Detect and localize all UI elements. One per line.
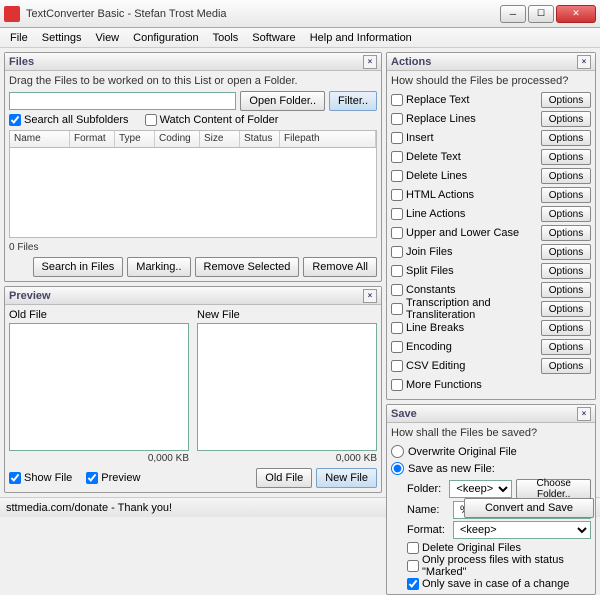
action-13-options-button[interactable]: Options	[541, 339, 591, 355]
files-table-header: Name Format Type Coding Size Status File…	[9, 130, 377, 148]
only-marked-checkbox[interactable]: Only process files with status "Marked"	[407, 554, 591, 578]
old-file-button[interactable]: Old File	[256, 468, 312, 488]
menu-settings[interactable]: Settings	[36, 30, 88, 46]
folder-select[interactable]: <keep>	[449, 480, 512, 498]
save-collapse-icon[interactable]: ×	[577, 407, 591, 421]
saveas-radio[interactable]: Save as new File:	[391, 462, 591, 475]
action-4-checkbox[interactable]: Delete Lines	[391, 170, 539, 182]
format-select[interactable]: <keep>	[453, 521, 591, 539]
action-12-options-button[interactable]: Options	[541, 320, 591, 336]
files-hint: Drag the Files to be worked on to this L…	[9, 75, 377, 87]
status-bar: sttmedia.com/donate - Thank you! Convert…	[0, 497, 600, 517]
action-15-checkbox[interactable]: More Functions	[391, 379, 591, 391]
action-4-options-button[interactable]: Options	[541, 168, 591, 184]
search-in-files-button[interactable]: Search in Files	[33, 257, 124, 277]
files-collapse-icon[interactable]: ×	[363, 55, 377, 69]
remove-all-button[interactable]: Remove All	[303, 257, 377, 277]
action-13-checkbox[interactable]: Encoding	[391, 341, 539, 353]
action-1-checkbox[interactable]: Replace Lines	[391, 113, 539, 125]
overwrite-radio[interactable]: Overwrite Original File	[391, 445, 591, 458]
app-icon	[4, 6, 20, 22]
minimize-button[interactable]: ─	[500, 5, 526, 23]
action-3-checkbox[interactable]: Delete Text	[391, 151, 539, 163]
menu-software[interactable]: Software	[246, 30, 301, 46]
action-12-checkbox[interactable]: Line Breaks	[391, 322, 539, 334]
menu-help[interactable]: Help and Information	[304, 30, 418, 46]
menu-tools[interactable]: Tools	[207, 30, 245, 46]
menu-file[interactable]: File	[4, 30, 34, 46]
new-file-button[interactable]: New File	[316, 468, 377, 488]
action-6-checkbox[interactable]: Line Actions	[391, 208, 539, 220]
action-6-options-button[interactable]: Options	[541, 206, 591, 222]
action-11-checkbox[interactable]: Transcription and Transliteration	[391, 297, 539, 321]
action-14-checkbox[interactable]: CSV Editing	[391, 360, 539, 372]
open-folder-button[interactable]: Open Folder..	[240, 91, 325, 111]
save-title: Save	[391, 408, 417, 420]
action-0-options-button[interactable]: Options	[541, 92, 591, 108]
show-file-checkbox[interactable]: Show File	[9, 472, 72, 484]
action-10-checkbox[interactable]: Constants	[391, 284, 539, 296]
action-11-options-button[interactable]: Options	[541, 301, 591, 317]
action-5-checkbox[interactable]: HTML Actions	[391, 189, 539, 201]
marking-button[interactable]: Marking..	[127, 257, 190, 277]
action-7-checkbox[interactable]: Upper and Lower Case	[391, 227, 539, 239]
actions-collapse-icon[interactable]: ×	[577, 55, 591, 69]
action-14-options-button[interactable]: Options	[541, 358, 591, 374]
action-3-options-button[interactable]: Options	[541, 149, 591, 165]
files-title: Files	[9, 56, 34, 68]
actions-title: Actions	[391, 56, 431, 68]
menu-bar: File Settings View Configuration Tools S…	[0, 28, 600, 48]
close-button[interactable]: ✕	[556, 5, 596, 23]
old-file-textarea[interactable]	[9, 323, 189, 451]
action-2-checkbox[interactable]: Insert	[391, 132, 539, 144]
filter-button[interactable]: Filter..	[329, 91, 377, 111]
preview-checkbox[interactable]: Preview	[86, 472, 140, 484]
window-title: TextConverter Basic - Stefan Trost Media	[26, 8, 500, 20]
action-8-options-button[interactable]: Options	[541, 244, 591, 260]
search-subfolders-checkbox[interactable]: Search all Subfolders	[9, 114, 129, 126]
file-count: 0 Files	[9, 242, 377, 253]
title-bar: TextConverter Basic - Stefan Trost Media…	[0, 0, 600, 28]
remove-selected-button[interactable]: Remove Selected	[195, 257, 300, 277]
menu-configuration[interactable]: Configuration	[127, 30, 204, 46]
action-8-checkbox[interactable]: Join Files	[391, 246, 539, 258]
actions-hint: How should the Files be processed?	[391, 75, 591, 87]
save-hint: How shall the Files be saved?	[391, 427, 591, 439]
old-file-size: 0,000 KB	[9, 453, 189, 464]
files-panel: Files × Drag the Files to be worked on t…	[4, 52, 382, 282]
action-7-options-button[interactable]: Options	[541, 225, 591, 241]
action-0-checkbox[interactable]: Replace Text	[391, 94, 539, 106]
preview-panel: Preview × Old File 0,000 KB New File 0,0…	[4, 286, 382, 493]
watch-folder-checkbox[interactable]: Watch Content of Folder	[145, 114, 279, 126]
action-9-options-button[interactable]: Options	[541, 263, 591, 279]
maximize-button[interactable]: ☐	[528, 5, 554, 23]
preview-title: Preview	[9, 290, 51, 302]
action-1-options-button[interactable]: Options	[541, 111, 591, 127]
new-file-textarea[interactable]	[197, 323, 377, 451]
delete-original-checkbox[interactable]: Delete Original Files	[407, 542, 591, 554]
status-text: sttmedia.com/donate - Thank you!	[6, 502, 172, 514]
menu-view[interactable]: View	[89, 30, 125, 46]
action-5-options-button[interactable]: Options	[541, 187, 591, 203]
actions-panel: Actions × How should the Files be proces…	[386, 52, 596, 400]
old-file-label: Old File	[9, 309, 189, 321]
new-file-size: 0,000 KB	[197, 453, 377, 464]
action-10-options-button[interactable]: Options	[541, 282, 591, 298]
new-file-label: New File	[197, 309, 377, 321]
action-2-options-button[interactable]: Options	[541, 130, 591, 146]
folder-path-input[interactable]	[9, 92, 236, 110]
files-table-body[interactable]	[9, 148, 377, 238]
action-9-checkbox[interactable]: Split Files	[391, 265, 539, 277]
only-change-checkbox[interactable]: Only save in case of a change	[407, 578, 591, 590]
choose-folder-button[interactable]: Choose Folder..	[516, 479, 591, 499]
convert-save-button[interactable]: Convert and Save	[464, 498, 594, 518]
preview-collapse-icon[interactable]: ×	[363, 289, 377, 303]
